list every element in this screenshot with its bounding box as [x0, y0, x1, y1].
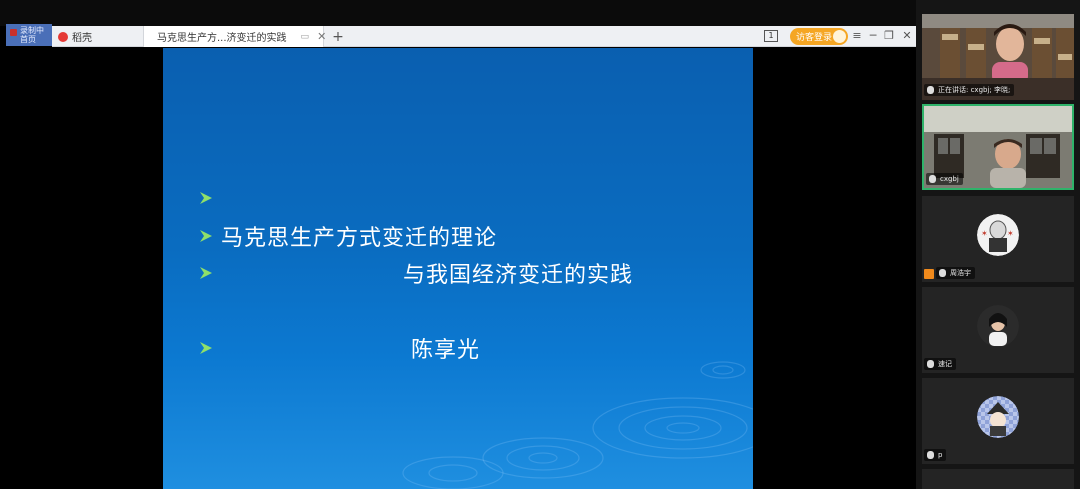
participant-name: 速记	[924, 358, 956, 370]
participant-tile[interactable]: ✶ ✶ 周浩宇	[922, 196, 1074, 282]
minimize-icon[interactable]: ─	[866, 28, 880, 44]
user-avatar-icon	[833, 30, 846, 43]
participant-name: p	[924, 449, 947, 461]
tab-docer-home[interactable]: 稻壳	[52, 26, 144, 47]
participant-tile-speaking[interactable]: cxgbj	[922, 104, 1074, 190]
participant-tile[interactable]	[922, 469, 1074, 489]
browser-tab-strip: 稻壳 马克思生产方...济变迁的实践 ▭ ✕ + 1 访客登录 ≡ ─ ❐ ✕	[52, 26, 916, 47]
participant-tile[interactable]: 正在讲话: cxgbj; 李晓;	[922, 14, 1074, 100]
login-label: 访客登录	[796, 33, 833, 43]
mic-icon	[939, 269, 946, 277]
slide-line-2: 马克思生产方式变迁的理论	[221, 226, 498, 251]
slide[interactable]: 马克思生产方式变迁的理论 与我国经济变迁的实践 陈享光	[163, 48, 753, 489]
pin-icon[interactable]: ▭	[301, 32, 310, 42]
record-icon	[10, 29, 17, 36]
participant-sidebar[interactable]: 正在讲话: cxgbj; 李晓; cxgbj ✶ ✶ 周浩宇 速记 p	[916, 0, 1080, 489]
tab-close-icon[interactable]: ✕	[317, 30, 326, 43]
bullet-arrow-icon	[200, 342, 212, 354]
avatar	[977, 305, 1019, 347]
window-close-icon[interactable]: ✕	[900, 28, 914, 44]
bullet-arrow-icon	[200, 230, 212, 242]
bullet-arrow-icon	[200, 267, 212, 279]
docer-icon	[58, 31, 68, 42]
menu-icon[interactable]: ≡	[850, 28, 864, 44]
tab-active-presentation[interactable]: 马克思生产方...济变迁的实践 ▭ ✕	[144, 26, 326, 47]
mic-icon	[929, 175, 936, 183]
mic-icon	[927, 86, 934, 94]
shared-screen: 录制中 首页 稻壳 马克思生产方...济变迁的实践 ▭ ✕ + 1 访客登录 ≡…	[0, 0, 916, 489]
restore-icon[interactable]: ❐	[882, 28, 896, 44]
slide-line-3: 与我国经济变迁的实践	[403, 263, 634, 288]
recording-label: 录制中 首页	[20, 26, 44, 44]
svg-text:✶: ✶	[1007, 229, 1014, 238]
host-icon	[924, 269, 934, 279]
tab-count-badge[interactable]: 1	[764, 30, 778, 42]
participant-name: 正在讲话: cxgbj; 李晓;	[924, 84, 1015, 96]
bullet-arrow-icon	[200, 192, 212, 204]
participant-name: cxgbj	[926, 173, 963, 185]
svg-text:✶: ✶	[981, 229, 988, 238]
avatar	[977, 396, 1019, 438]
new-tab-button[interactable]: +	[330, 26, 346, 47]
presentation-viewer: 马克思生产方式变迁的理论 与我国经济变迁的实践 陈享光	[52, 48, 916, 489]
meeting-top-bar	[0, 0, 916, 26]
recording-badge[interactable]: 录制中 首页	[6, 24, 52, 46]
tab-label: 稻壳	[72, 33, 92, 44]
screen: 录制中 首页 稻壳 马克思生产方...济变迁的实践 ▭ ✕ + 1 访客登录 ≡…	[0, 0, 1080, 489]
participant-tile[interactable]: p	[922, 378, 1074, 464]
avatar: ✶ ✶	[977, 214, 1019, 256]
participant-tile[interactable]: 速记	[922, 287, 1074, 373]
mic-icon	[927, 360, 934, 368]
mic-icon	[927, 451, 934, 459]
participant-name: 周浩宇	[936, 267, 975, 279]
slide-line-4: 陈享光	[411, 338, 481, 363]
tab-title: 马克思生产方...济变迁的实践	[157, 33, 287, 44]
guest-login-button[interactable]: 访客登录	[790, 28, 848, 45]
